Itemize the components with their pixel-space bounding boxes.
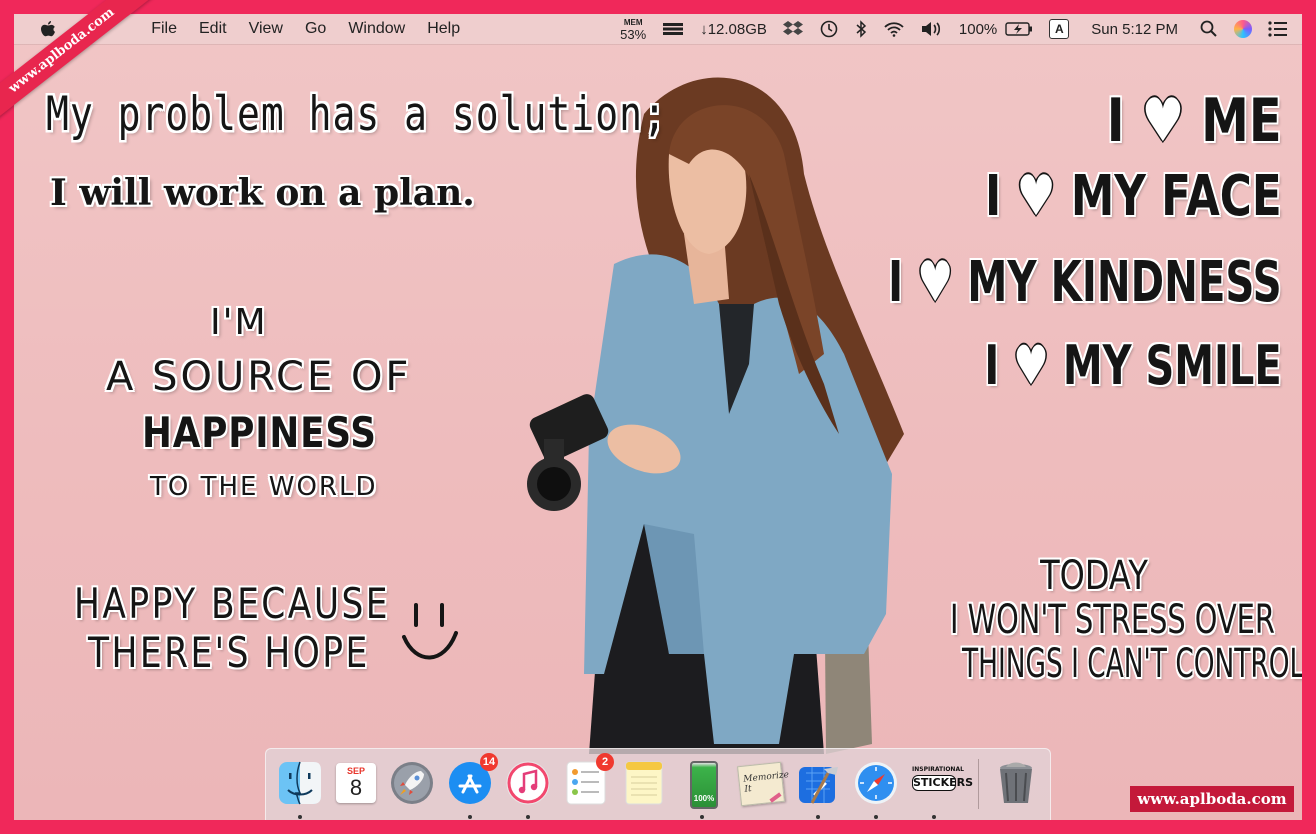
menu-go[interactable]: Go	[294, 20, 337, 38]
inspirational-stickers-icon: INSPIRATIONAL STICKERS	[912, 765, 974, 801]
sticker-app-label: STICKERS	[912, 775, 974, 791]
disk-stack-icon[interactable]	[654, 22, 692, 36]
wallpaper-quote-line: TO THE WORLD	[150, 472, 378, 502]
status-menus: MEM 53% ↓12.08GB 100% A Sun 5:12 PM	[612, 14, 1302, 44]
heart-icon: ♥	[917, 250, 954, 315]
menu-help[interactable]: Help	[416, 20, 471, 38]
i-love-item: MY SMILE	[1063, 334, 1282, 397]
menu-window[interactable]: Window	[337, 20, 416, 38]
wallpaper-quote-line: TODAY	[1040, 553, 1148, 599]
memorize-it-label: Memorize It	[742, 770, 790, 795]
wallpaper-quote-line: THERE'S HOPE	[88, 628, 370, 677]
dock-separator	[978, 759, 979, 809]
launchpad-rocket-icon	[391, 762, 433, 804]
dock-item-trash[interactable]	[992, 759, 1040, 809]
i-love-row: I ♥ MY SMILE	[877, 334, 1282, 414]
wifi-icon[interactable]	[875, 21, 913, 37]
memory-value: 53%	[620, 26, 647, 42]
i-love-prefix: I	[1107, 86, 1125, 156]
battery-monitor-icon: 100%	[690, 761, 718, 809]
battery-monitor-label: 100%	[693, 794, 715, 803]
xcode-hammer-icon	[799, 767, 838, 804]
i-love-item: MY FACE	[1071, 164, 1282, 229]
i-love-prefix: I	[888, 250, 904, 315]
i-love-row: I ♥ ME	[845, 86, 1282, 164]
battery-percent[interactable]: 100%	[951, 21, 1005, 38]
menu-bar: Fi File Edit View Go Window Help MEM 53%…	[14, 14, 1302, 44]
spotlight-search-icon[interactable]	[1192, 20, 1226, 38]
running-indicator	[526, 815, 530, 819]
sticker-app-label: INSPIRATIONAL	[912, 766, 964, 773]
running-indicator	[700, 815, 704, 819]
dock: SEP 8 14 2 100% Memorize It INSPIRATIONA…	[265, 748, 1051, 820]
running-indicator	[932, 815, 936, 819]
i-love-row: I ♥ MY KINDNESS	[888, 250, 1282, 334]
heart-icon: ♥	[1013, 334, 1050, 397]
heart-icon: ♥	[1016, 164, 1056, 229]
notification-center-icon[interactable]	[1260, 21, 1302, 37]
wallpaper-quote-line: I will work on a plan.	[50, 172, 475, 214]
running-indicator	[816, 815, 820, 819]
memory-status[interactable]: MEM 53%	[612, 18, 654, 41]
running-indicator	[874, 815, 878, 819]
desktop-screen: My problem has a solution; I will work o…	[14, 14, 1302, 820]
time-machine-icon[interactable]	[811, 19, 847, 39]
disk-free-status[interactable]: ↓12.08GB	[692, 21, 775, 38]
battery-charging-icon[interactable]	[1005, 22, 1041, 36]
dropbox-icon[interactable]	[775, 20, 811, 38]
wallpaper-quote-line: THINGS I CAN'T CONTROL	[962, 641, 1302, 687]
today-quote: TODAY I WON'T STRESS OVER THINGS I CAN'T…	[894, 553, 1302, 687]
menu-edit[interactable]: Edit	[188, 20, 238, 38]
i-love-prefix: I	[985, 164, 1002, 229]
i-love-prefix: I	[984, 334, 1000, 397]
running-indicator	[468, 815, 472, 819]
trash-icon	[1000, 762, 1032, 803]
dock-item-finder[interactable]	[276, 759, 324, 819]
apple-icon	[41, 21, 55, 37]
dock-item-battery-monitor[interactable]: 100%	[678, 759, 726, 819]
volume-icon[interactable]	[913, 21, 951, 37]
i-love-list: I ♥ ME I ♥ MY FACE I ♥ MY KINDNESS I ♥ M…	[735, 86, 1282, 414]
calendar-icon: SEP 8	[336, 763, 376, 803]
wallpaper-quote-line: A SOURCE OF	[106, 354, 412, 400]
siri-icon[interactable]	[1226, 20, 1260, 38]
calendar-day: 8	[349, 775, 363, 800]
notification-badge: 14	[480, 753, 498, 771]
wallpaper-quote-line: I WON'T STRESS OVER	[950, 597, 1275, 643]
dock-item-launchpad[interactable]	[388, 759, 436, 809]
safari-compass-icon	[855, 762, 897, 804]
menu-view[interactable]: View	[238, 20, 294, 38]
dock-item-reminders[interactable]: 2	[562, 753, 614, 809]
dock-item-app-store[interactable]: 14	[446, 753, 498, 819]
wallpaper-quote-line: HAPPY BECAUSE	[74, 579, 391, 628]
itunes-music-note-icon	[506, 761, 550, 805]
dock-item-notes[interactable]	[620, 759, 668, 809]
input-source-icon: A	[1049, 19, 1070, 39]
menu-file[interactable]: File	[140, 20, 188, 38]
i-love-item: MY KINDNESS	[967, 250, 1282, 315]
wallpaper-quote-line: My problem has a solution;	[46, 86, 667, 141]
memorize-it-icon: Memorize It	[737, 761, 790, 807]
heart-icon: ♥	[1141, 86, 1185, 156]
dock-item-safari[interactable]	[852, 759, 900, 819]
watermark-badge: www.aplboda.com	[1130, 786, 1294, 812]
dock-item-inspirational-stickers[interactable]: INSPIRATIONAL STICKERS	[910, 759, 974, 819]
clock[interactable]: Sun 5:12 PM	[1077, 21, 1192, 38]
i-love-item: ME	[1201, 86, 1282, 156]
dock-item-memorize-it[interactable]: Memorize It	[736, 759, 790, 809]
bluetooth-icon[interactable]	[847, 20, 875, 38]
wallpaper-quote-line: HAPPINESS	[142, 408, 377, 457]
wallpaper-quote-line: I'M	[210, 302, 268, 343]
notes-icon	[625, 761, 663, 805]
dock-item-calendar[interactable]: SEP 8	[332, 759, 380, 809]
finder-icon	[279, 761, 321, 805]
i-love-row: I ♥ MY FACE	[856, 164, 1282, 250]
dock-item-xcode[interactable]	[794, 759, 842, 819]
memory-label: MEM	[623, 17, 643, 27]
smiley-face-icon	[402, 603, 458, 660]
notification-badge: 2	[596, 753, 614, 771]
dock-item-itunes[interactable]	[504, 759, 552, 819]
running-indicator	[298, 815, 302, 819]
input-source-menu[interactable]: A	[1041, 19, 1077, 39]
